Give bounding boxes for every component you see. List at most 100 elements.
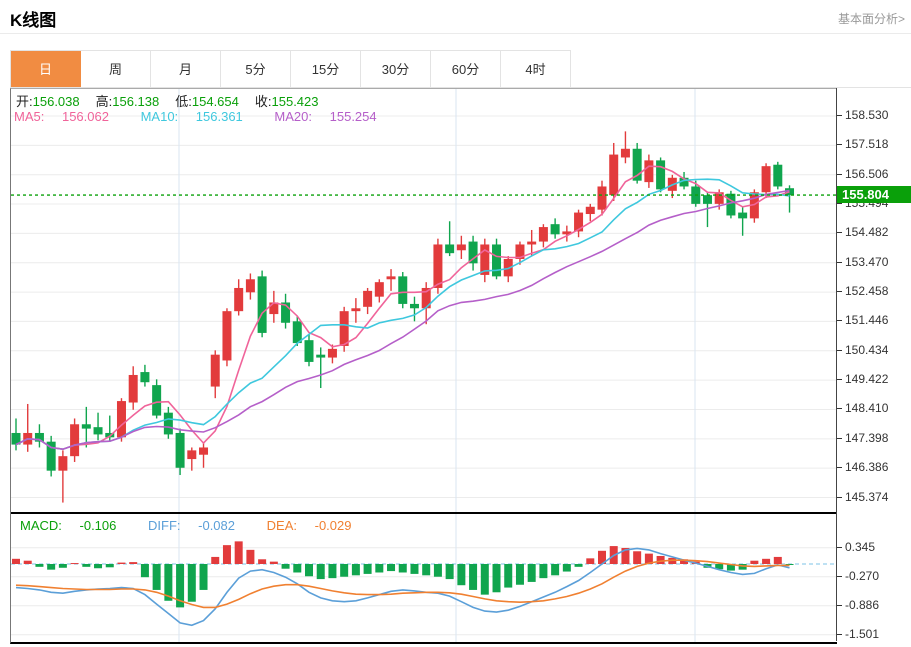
macd-bar	[129, 562, 138, 564]
macd-bar	[199, 564, 208, 590]
candle-body	[644, 160, 654, 183]
high-label: 高:	[95, 94, 113, 109]
price-axis-label-tick	[837, 232, 842, 233]
candle-body	[386, 276, 396, 280]
macd-bar	[633, 551, 642, 564]
tab-4hour[interactable]: 4时	[501, 51, 571, 88]
tab-day[interactable]: 日	[11, 51, 81, 88]
macd-bar	[457, 564, 466, 586]
macd-bar	[293, 564, 302, 573]
macd-bar	[750, 560, 759, 564]
open-value: 156.038	[32, 94, 80, 109]
candle-body	[433, 244, 443, 288]
price-axis-label-tick	[837, 320, 842, 321]
candle-body	[304, 340, 314, 362]
price-axis-label: 149.422	[845, 372, 889, 386]
candle-body	[339, 311, 349, 346]
candle-body	[152, 385, 162, 416]
macd-bar	[117, 562, 126, 564]
tab-month[interactable]: 月	[151, 51, 221, 88]
macd-bar	[433, 564, 442, 577]
tab-15min[interactable]: 15分	[291, 51, 361, 88]
candle-body	[398, 276, 408, 304]
price-axis-label-tick	[837, 497, 842, 498]
macd-axis-label-tick	[837, 634, 842, 635]
macd-bar	[445, 564, 454, 580]
macd-legend-item: MACD: -0.106	[20, 518, 117, 533]
header-divider	[0, 33, 911, 34]
macd-axis-label: -0.270	[845, 569, 880, 583]
price-axis-label: 148.410	[845, 401, 889, 415]
candle-body	[210, 354, 220, 387]
macd-bar	[492, 564, 501, 593]
macd-bar	[23, 560, 32, 564]
macd-bar	[363, 564, 372, 574]
candle-body	[327, 348, 337, 358]
candle-body	[409, 303, 419, 309]
candle-body	[257, 276, 267, 333]
macd-bar	[316, 564, 325, 580]
price-axis-label-tick	[837, 203, 842, 204]
macd-bar	[515, 564, 524, 585]
candle-body	[702, 195, 712, 204]
macd-bar	[527, 564, 536, 582]
macd-bar	[269, 561, 278, 564]
candle-body	[609, 154, 619, 196]
macd-bar	[58, 564, 67, 568]
price-axis-label-tick	[837, 291, 842, 292]
candle-body	[128, 374, 138, 403]
price-axis-label: 153.470	[845, 255, 889, 269]
candle-body	[456, 244, 466, 251]
page-title: K线图	[10, 11, 57, 30]
candle-body	[199, 447, 209, 455]
macd-bar	[12, 558, 20, 564]
ma10-line	[15, 178, 790, 451]
macd-bar	[105, 564, 114, 568]
macd-bar	[140, 564, 149, 578]
tab-5min[interactable]: 5分	[221, 51, 291, 88]
price-axis-label-tick	[837, 144, 842, 145]
candle-body	[492, 244, 502, 277]
macd-axis-label: -0.886	[845, 598, 880, 612]
macd-axis-label-tick	[837, 547, 842, 548]
price-axis-label-tick	[837, 467, 842, 468]
macd-bar	[246, 549, 255, 564]
macd-bar	[152, 564, 161, 590]
macd-axis-label: -1.501	[845, 627, 880, 641]
tab-60min[interactable]: 60分	[431, 51, 501, 88]
macd-bar	[480, 564, 489, 595]
candle-body	[245, 279, 255, 293]
price-axis-label: 156.506	[845, 167, 889, 181]
price-axis-label-tick	[837, 350, 842, 351]
price-axis-label-tick	[837, 115, 842, 116]
tab-week[interactable]: 周	[81, 51, 151, 88]
macd-bar	[234, 541, 243, 564]
candle-body	[116, 401, 126, 438]
macd-bar	[422, 564, 431, 576]
kline-candlestick-macd-chart[interactable]	[11, 89, 837, 642]
candle-body	[292, 321, 302, 344]
macd-bar	[504, 564, 513, 588]
macd-bar	[562, 564, 571, 572]
macd-bar	[469, 564, 478, 590]
candle-body	[527, 241, 537, 245]
ma20-legend-item: MA20: 155.254	[274, 109, 377, 124]
macd-bar	[410, 564, 419, 574]
candle-body	[585, 206, 595, 215]
candle-body	[81, 424, 91, 429]
candle-body	[538, 227, 548, 242]
macd-bar	[258, 559, 267, 564]
candle-body	[726, 193, 736, 216]
macd-bar	[656, 555, 665, 564]
tab-30min[interactable]: 30分	[361, 51, 431, 88]
macd-bar	[328, 564, 337, 579]
ma10-legend-item: MA10: 156.361	[140, 109, 243, 124]
fundamental-analysis-link[interactable]: 基本面分析>	[838, 10, 905, 27]
macd-bar	[340, 564, 349, 577]
price-axis-label-tick	[837, 379, 842, 380]
candle-body	[316, 354, 326, 358]
candle-body	[187, 450, 197, 460]
price-axis-label-tick	[837, 174, 842, 175]
price-axis-label: 157.518	[845, 137, 889, 151]
price-axis-label: 145.374	[845, 490, 889, 504]
